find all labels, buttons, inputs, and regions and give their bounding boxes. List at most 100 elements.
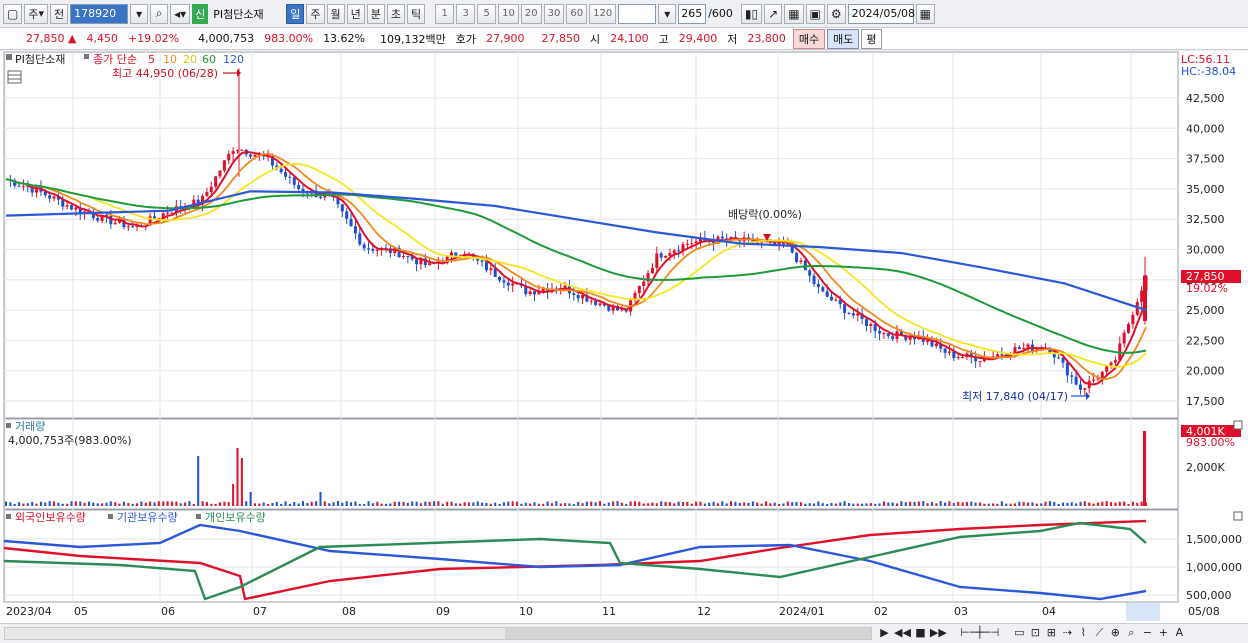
prev-button[interactable]: 전 xyxy=(50,3,69,24)
volume-bar xyxy=(585,501,588,506)
period-month[interactable]: 월 xyxy=(326,3,345,24)
market-label: 주 xyxy=(28,7,39,21)
candle-body xyxy=(1092,379,1096,381)
volume-bar xyxy=(13,503,16,506)
num-3[interactable]: 3 xyxy=(456,3,476,24)
volume-bar xyxy=(214,503,217,506)
eval-button[interactable]: 평 xyxy=(861,28,882,49)
volume-bar xyxy=(603,503,606,506)
zoom-icon[interactable]: ⌕ xyxy=(1125,626,1138,640)
scroll-thumb[interactable] xyxy=(505,628,871,639)
volume-bar xyxy=(1136,502,1139,506)
minus-icon[interactable]: − xyxy=(1141,626,1154,640)
period-tick[interactable]: 틱 xyxy=(407,3,426,24)
dropdown-icon[interactable]: ▾ xyxy=(130,3,149,24)
stop-icon[interactable]: ■ xyxy=(914,626,927,640)
close-icon[interactable] xyxy=(1233,511,1243,521)
num-1[interactable]: 1 xyxy=(435,3,455,24)
candle-body xyxy=(48,195,52,199)
bottom-bar: ▶ ◀◀ ■ ▶▶ ⊢─┼─⊣ ▭ ⊡ ⊞ ⇢ ⌇ ⟋ ⊕ ⌕ − + A xyxy=(0,623,1248,643)
num-5[interactable]: 5 xyxy=(477,3,497,24)
tool-icon[interactable]: ⌇ xyxy=(1077,626,1090,640)
x-axis-label: 08 xyxy=(342,605,356,618)
volume-bar xyxy=(839,502,842,506)
open-label: 시 xyxy=(590,32,601,46)
tool-icon[interactable]: ⇢ xyxy=(1061,626,1074,640)
price-rate: +19.02% xyxy=(127,32,180,45)
tool-icon[interactable]: ⟋ xyxy=(1093,626,1106,640)
period-week[interactable]: 주 xyxy=(306,3,325,24)
num-10[interactable]: 10 xyxy=(498,3,519,24)
volume-bar xyxy=(315,501,318,506)
stock-chart[interactable]: 42,50040,00037,50035,00032,50030,00027,5… xyxy=(0,51,1248,623)
calendar-icon[interactable]: ▦ xyxy=(915,3,935,24)
date-input[interactable]: 2024/05/08 xyxy=(847,3,915,24)
rewind-icon[interactable]: ◀◀ xyxy=(894,626,911,640)
candle-body xyxy=(109,215,113,225)
num-20[interactable]: 20 xyxy=(520,3,542,24)
period-minute[interactable]: 분 xyxy=(366,3,385,24)
candle-body xyxy=(856,313,860,316)
forward-icon[interactable]: ▶▶ xyxy=(930,626,947,640)
slider-icon[interactable]: ⊢─┼─⊣ xyxy=(950,626,1010,640)
volume-bar xyxy=(1066,502,1069,506)
num-120[interactable]: 120 xyxy=(589,3,617,24)
font-icon[interactable]: A xyxy=(1173,626,1186,640)
price-y-label: 42,500 xyxy=(1186,92,1225,105)
period-second[interactable]: 초 xyxy=(386,3,406,24)
candle-body xyxy=(96,218,100,221)
tool-icon[interactable]: ▭ xyxy=(1013,626,1026,640)
buy-button[interactable]: 매수 xyxy=(792,28,826,49)
volume-bar xyxy=(638,501,641,506)
candle-body xyxy=(279,168,283,173)
market-select[interactable]: 주 ▾ xyxy=(24,3,48,24)
scrollbar[interactable] xyxy=(4,627,872,640)
dropdown-icon[interactable]: ▾ xyxy=(658,3,677,24)
volume-bar xyxy=(856,503,859,506)
tool-icon[interactable]: ⊡ xyxy=(1029,626,1042,640)
price-panel-frame xyxy=(3,51,1179,419)
speaker-icon[interactable]: ◂▾ xyxy=(170,3,191,24)
table-icon[interactable] xyxy=(7,70,22,84)
candle-body xyxy=(288,176,292,178)
search-icon[interactable]: ⌕ xyxy=(150,3,169,24)
num-60[interactable]: 60 xyxy=(566,3,588,24)
volume-bar xyxy=(157,501,160,506)
volume-bar xyxy=(105,502,108,506)
volume-bar xyxy=(450,501,453,506)
gear-icon[interactable]: ⚙ xyxy=(826,3,846,24)
volume-bar xyxy=(874,503,877,506)
candle-body xyxy=(1083,388,1087,390)
play-icon[interactable]: ▶ xyxy=(878,626,891,640)
save-icon[interactable]: ▣ xyxy=(805,3,825,24)
chart-icon[interactable]: ▦ xyxy=(784,3,804,24)
dividend-note: 배당락(0.00%) xyxy=(728,208,802,221)
period-year[interactable]: 년 xyxy=(346,3,365,24)
last-candle-body xyxy=(1143,275,1147,322)
sell-button[interactable]: 매도 xyxy=(827,28,860,49)
tool-icon[interactable]: ⊞ xyxy=(1045,626,1058,640)
candle-body xyxy=(345,211,349,219)
current-price: 27,850 ▲ xyxy=(26,32,77,45)
candle-icon[interactable]: ▮▯ xyxy=(740,3,763,24)
tool-icon[interactable]: ⊕ xyxy=(1109,626,1122,640)
volume-bar xyxy=(175,501,178,506)
volume-bar xyxy=(983,503,986,506)
chart-area[interactable]: 42,50040,00037,50035,00032,50030,00027,5… xyxy=(0,51,1248,623)
volume-bar xyxy=(677,501,680,506)
code-input[interactable]: 178920 xyxy=(70,3,129,24)
draw-icon[interactable]: ↗ xyxy=(764,3,783,24)
count-input[interactable]: 265 xyxy=(678,3,707,24)
candle-body xyxy=(1078,384,1082,390)
volume-rate: 983.00% xyxy=(264,32,314,45)
candle-body xyxy=(650,267,654,274)
num-30[interactable]: 30 xyxy=(543,3,565,24)
window-icon[interactable]: ▢ xyxy=(3,3,23,24)
volume-bar xyxy=(642,503,645,506)
plus-icon[interactable]: + xyxy=(1157,626,1170,640)
period-day[interactable]: 일 xyxy=(286,3,305,24)
close-icon[interactable] xyxy=(1233,420,1243,430)
volume-bar xyxy=(345,501,348,506)
custom-num-input[interactable] xyxy=(618,3,657,24)
candle-body xyxy=(659,253,663,258)
